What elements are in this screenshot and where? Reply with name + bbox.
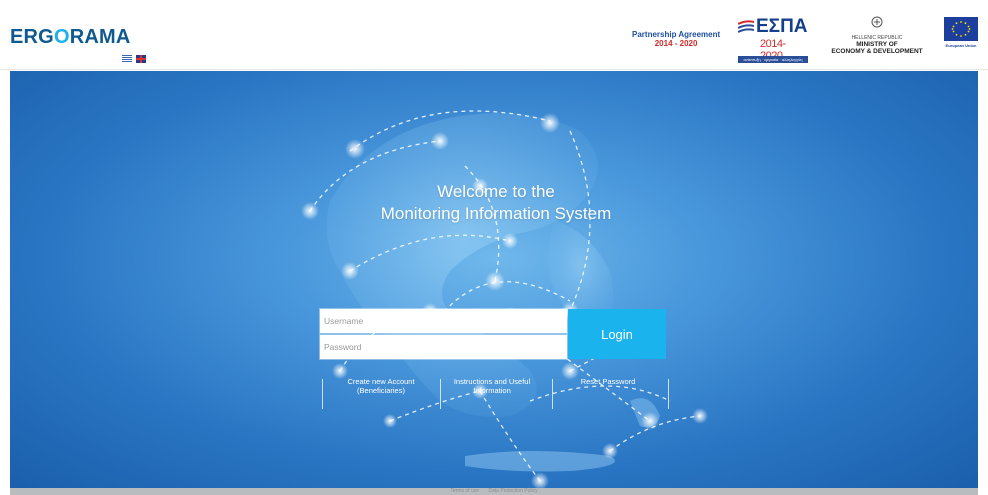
- partnership-agreement-logo: Partnership Agreement 2014 - 2020: [632, 30, 720, 48]
- instructions-link[interactable]: Instructions and Useful Information: [452, 377, 532, 413]
- brand-o: O: [53, 26, 70, 48]
- brand-suffix: RAMA: [69, 26, 131, 48]
- link-separator: [668, 379, 669, 409]
- link-separator: [552, 379, 553, 409]
- top-header: ERGORAMA Partnership Agreement 2014 - 20…: [0, 0, 988, 70]
- ministry-logo: HELLENIC REPUBLIC MINISTRY OF ECONOMY & …: [822, 16, 932, 55]
- password-input[interactable]: [320, 335, 567, 359]
- ministry-line1: MINISTRY OF: [856, 41, 898, 48]
- greek-emblem-icon: [871, 16, 883, 28]
- ergorama-logo[interactable]: ERGORAMA: [10, 26, 131, 49]
- espa-tagline: ανάπτυξη · εργασία · αλληλεγγύη: [738, 56, 808, 63]
- espa-logo: ΕΣΠΑ 2014-2020 ανάπτυξη · εργασία · αλλη…: [738, 16, 808, 64]
- username-input[interactable]: [320, 309, 567, 333]
- welcome-line2: Monitoring Information System: [380, 204, 612, 223]
- welcome-heading: Welcome to the Monitoring Information Sy…: [310, 181, 682, 225]
- espa-title: ΕΣΠΑ: [756, 16, 808, 37]
- link-separator: [322, 379, 323, 409]
- greece-network-map-graphic: [301, 110, 708, 488]
- eu-label: European Union: [945, 43, 977, 48]
- create-account-link[interactable]: Create new Account (Beneficiaries): [328, 377, 434, 413]
- data-protection-link[interactable]: Data Protection Policy: [488, 488, 537, 494]
- language-switcher: [122, 55, 146, 63]
- link-separator: [440, 379, 441, 409]
- eu-logo: European Union: [944, 17, 978, 63]
- footer: Terms of use Data Protection Policy: [10, 488, 978, 495]
- welcome-line1: Welcome to the: [437, 182, 555, 201]
- partnership-line1: Partnership Agreement: [632, 30, 721, 39]
- espa-stripes-icon: [738, 20, 754, 33]
- terms-of-use-link[interactable]: Terms of use: [450, 488, 479, 494]
- login-button[interactable]: Login: [568, 309, 666, 359]
- reset-password-link[interactable]: Reset Password: [578, 377, 638, 413]
- auth-links: Create new Account (Beneficiaries) Instr…: [320, 377, 670, 415]
- eu-flag-icon: [944, 17, 978, 41]
- partnership-line2: 2014 - 2020: [654, 39, 698, 48]
- ministry-line2: ECONOMY & DEVELOPMENT: [831, 48, 923, 55]
- greek-flag-icon[interactable]: [122, 55, 132, 63]
- hero-background: Welcome to the Monitoring Information Sy…: [10, 71, 978, 488]
- brand-prefix: ERG: [10, 26, 54, 48]
- uk-flag-icon[interactable]: [136, 55, 146, 63]
